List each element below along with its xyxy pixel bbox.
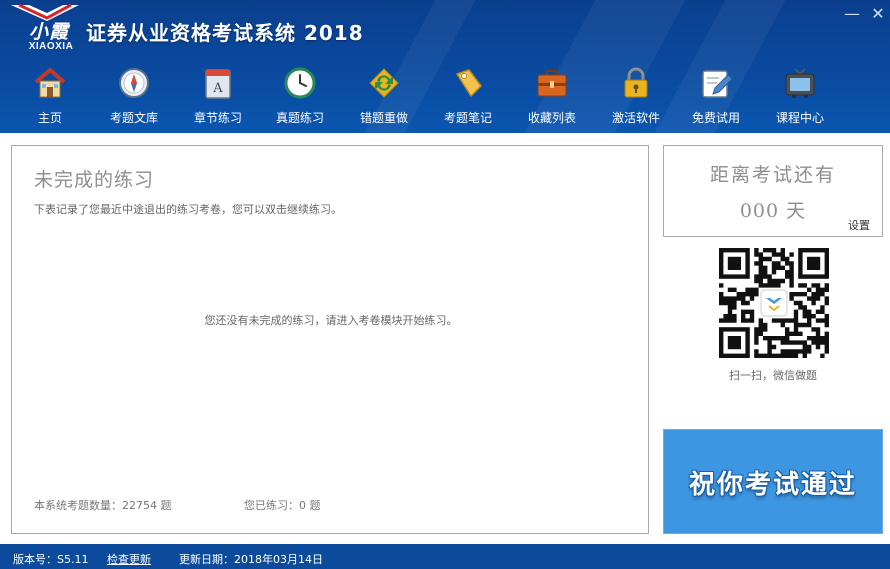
tv-icon — [785, 68, 815, 98]
app-header: 小霞 XIAOXIA 证券从业资格考试系统 2018 — ✕ 主页 考题文库 A… — [0, 0, 890, 133]
toolbar-label: 免费试用 — [691, 111, 740, 125]
toolbar-label: 错题重做 — [359, 111, 408, 125]
briefcase-icon — [537, 70, 567, 97]
app-logo: 小霞 XIAOXIA — [9, 3, 81, 53]
toolbar-label: 主页 — [37, 111, 62, 125]
book-icon: A — [205, 69, 231, 99]
lock-icon — [624, 67, 648, 98]
main-toolbar: 主页 考题文库 A 章节练习 真题练习 错题重做 考题笔记 收藏列表 激活软件 … — [0, 62, 890, 132]
close-button[interactable]: ✕ — [868, 4, 888, 24]
countdown-settings-button[interactable]: 设置 — [848, 217, 870, 233]
minimize-button[interactable]: — — [842, 4, 862, 24]
svg-text:A: A — [212, 81, 223, 96]
update-date: 更新日期：2018年03月14日 — [179, 553, 323, 566]
logo-text: 小霞 — [28, 21, 69, 43]
check-update-link[interactable]: 检查更新 — [107, 551, 151, 567]
toolbar-item-exam-practice[interactable]: 真题练习 — [257, 62, 341, 130]
toolbar-item-question-bank[interactable]: 考题文库 — [91, 62, 175, 130]
toolbar-item-courses[interactable]: 课程中心 — [757, 62, 841, 130]
practiced-count: 您已练习：0 题 — [244, 499, 321, 512]
toolbar-label: 收藏列表 — [527, 111, 576, 125]
toolbar-item-home[interactable]: 主页 — [7, 62, 91, 130]
unfinished-practice-panel: 未完成的练习 下表记录了您最近中途退出的练习考卷，您可以双击继续练习。 您还没有… — [11, 145, 649, 534]
logo-subtext: XIAOXIA — [28, 41, 74, 52]
toolbar-item-activate[interactable]: 激活软件 — [593, 62, 677, 130]
page-title: 未完成的练习 — [34, 169, 155, 191]
toolbar-label: 考题笔记 — [443, 111, 492, 125]
empty-list-message: 您还没有未完成的练习，请进入考卷模块开始练习。 — [204, 314, 458, 327]
status-bar: 版本号：S5.11 检查更新 更新日期：2018年03月14日 — [0, 544, 890, 569]
clock-icon — [284, 67, 316, 99]
toolbar-item-notes[interactable]: 考题笔记 — [425, 62, 509, 130]
compass-icon — [119, 68, 149, 98]
panel-subtitle: 下表记录了您最近中途退出的练习考卷，您可以双击继续练习。 — [34, 203, 342, 216]
toolbar-item-free-trial[interactable]: 免费试用 — [673, 62, 757, 130]
wechat-qr-code — [719, 248, 829, 358]
blessing-banner: 祝你考试通过 — [663, 429, 883, 534]
qr-caption: 扫一扫，微信做题 — [729, 369, 817, 382]
total-questions-count: 本系统考题数量：22754 题 — [34, 499, 172, 512]
home-icon — [34, 68, 66, 98]
toolbar-label: 章节练习 — [193, 111, 242, 125]
exam-countdown: 距离考试还有 000 天 设置 — [663, 145, 883, 237]
blessing-text: 祝你考试通过 — [688, 470, 857, 500]
pencil-icon — [702, 70, 733, 98]
countdown-title: 距离考试还有 — [709, 164, 836, 186]
app-title: 证券从业资格考试系统 2018 — [86, 21, 364, 45]
qr-code-icon — [719, 248, 829, 358]
toolbar-item-redo-mistakes[interactable]: 错题重做 — [341, 62, 425, 130]
toolbar-item-chapter-practice[interactable]: A 章节练习 — [175, 62, 259, 130]
tag-icon — [456, 69, 482, 97]
toolbar-label: 激活软件 — [611, 111, 660, 125]
toolbar-item-favorites[interactable]: 收藏列表 — [509, 62, 593, 130]
version-number: 版本号：S5.11 — [13, 553, 89, 566]
toolbar-label: 真题练习 — [275, 111, 324, 125]
toolbar-label: 考题文库 — [109, 111, 158, 125]
redo-icon — [369, 68, 399, 98]
toolbar-label: 课程中心 — [775, 111, 824, 125]
